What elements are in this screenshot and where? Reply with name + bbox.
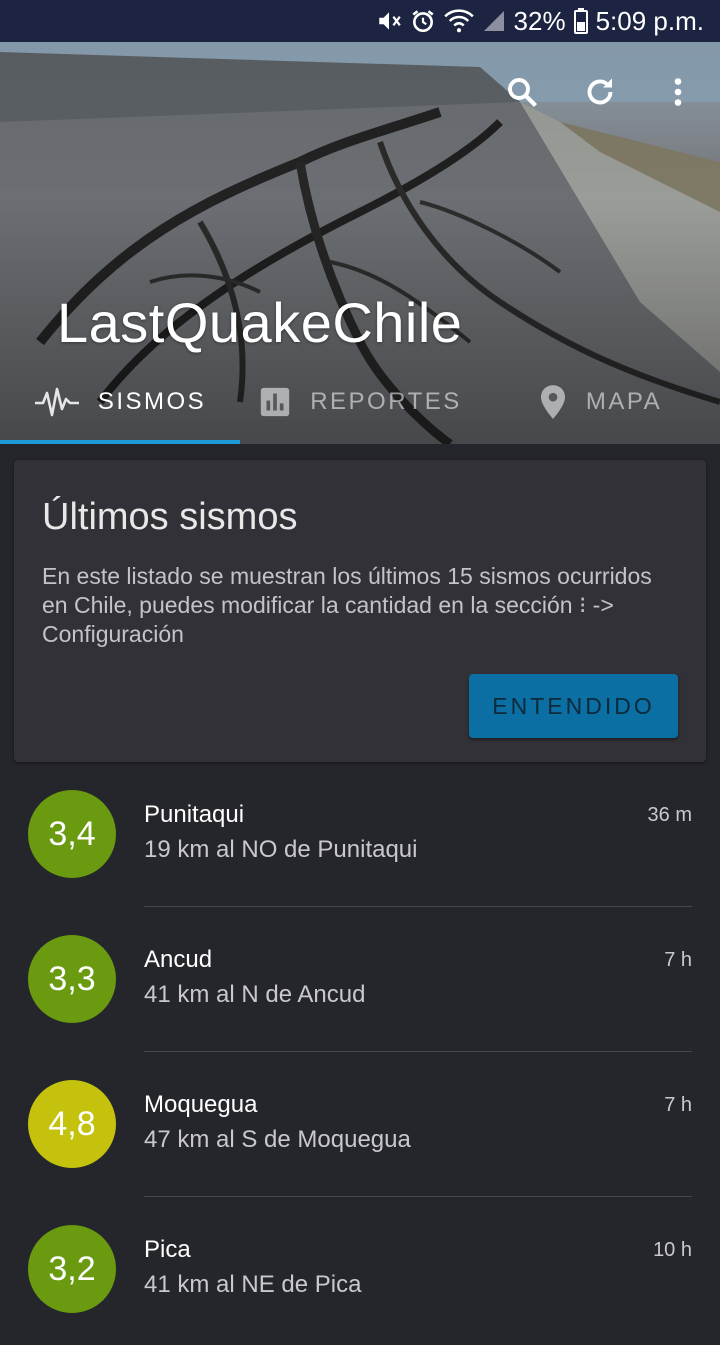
row-divider xyxy=(144,906,692,907)
quake-place: Ancud xyxy=(144,946,213,973)
alarm-icon xyxy=(410,8,436,34)
battery-icon xyxy=(573,8,588,34)
toolbar-actions xyxy=(500,70,700,114)
info-card-title: Últimos sismos xyxy=(42,496,298,538)
quake-list: 3,4 Punitaqui 19 km al NO de Punitaqui 3… xyxy=(0,765,720,1345)
active-tab-indicator xyxy=(0,440,240,444)
entendido-button[interactable]: ENTENDIDO xyxy=(469,674,678,738)
tab-mapa[interactable]: MAPA xyxy=(480,362,720,442)
more-vert-icon xyxy=(674,78,682,106)
quake-time: 36 m xyxy=(647,804,692,826)
info-card-body: En este listado se muestran los últimos … xyxy=(42,563,652,647)
quake-reference: 41 km al N de Ancud xyxy=(144,981,366,1008)
magnitude-badge: 4,8 xyxy=(28,1080,116,1168)
seismograph-icon xyxy=(34,387,79,417)
wifi-icon xyxy=(443,8,474,34)
info-card: Últimos sismos En este listado se muestr… xyxy=(14,460,706,762)
magnitude-badge: 3,4 xyxy=(28,790,116,878)
app-header: LastQuakeChile SISMOS REPORTES MAPA xyxy=(0,42,720,444)
status-bar: 32% 5:09 p.m. xyxy=(0,0,720,42)
tab-mapa-label: MAPA xyxy=(585,388,663,415)
tab-reportes-label: REPORTES xyxy=(310,388,462,415)
row-divider xyxy=(144,1196,692,1197)
search-icon xyxy=(508,78,537,107)
magnitude-badge: 3,3 xyxy=(28,935,116,1023)
mute-icon xyxy=(376,8,402,34)
quake-row[interactable]: 3,3 Ancud 41 km al N de Ancud 7 h xyxy=(0,910,720,1055)
signal-icon xyxy=(482,9,506,33)
battery-percent: 32% xyxy=(513,5,566,36)
refresh-icon xyxy=(587,78,613,105)
magnitude-badge: 3,2 xyxy=(28,1225,116,1313)
quake-reference: 41 km al NE de Pica xyxy=(144,1271,362,1298)
bar-chart-icon xyxy=(261,387,290,417)
row-divider xyxy=(144,1051,692,1052)
search-button[interactable] xyxy=(500,70,544,114)
quake-row[interactable]: 4,8 Moquegua 47 km al S de Moquegua 7 h xyxy=(0,1055,720,1200)
quake-time: 10 h xyxy=(653,1239,692,1261)
quake-place: Moquegua xyxy=(144,1091,258,1118)
quake-time: 7 h xyxy=(664,949,692,971)
quake-row[interactable]: 3,4 Punitaqui 19 km al NO de Punitaqui 3… xyxy=(0,765,720,910)
quake-reference: 19 km al NO de Punitaqui xyxy=(144,836,418,863)
quake-time: 7 h xyxy=(664,1094,692,1116)
app-title: LastQuakeChile xyxy=(57,291,463,354)
tab-sismos[interactable]: SISMOS xyxy=(0,362,240,442)
quake-place: Pica xyxy=(144,1236,191,1263)
quake-reference: 47 km al S de Moquegua xyxy=(144,1126,411,1153)
tab-sismos-label: SISMOS xyxy=(97,388,207,415)
tab-bar: SISMOS REPORTES MAPA xyxy=(0,362,720,442)
quake-row[interactable]: 3,2 Pica 41 km al NE de Pica 10 h xyxy=(0,1200,720,1345)
map-pin-icon xyxy=(540,385,565,419)
more-options-button[interactable] xyxy=(656,70,700,114)
quake-place: Punitaqui xyxy=(144,801,245,828)
tab-reportes[interactable]: REPORTES xyxy=(240,362,480,442)
clock: 5:09 p.m. xyxy=(595,5,704,36)
refresh-button[interactable] xyxy=(578,70,622,114)
